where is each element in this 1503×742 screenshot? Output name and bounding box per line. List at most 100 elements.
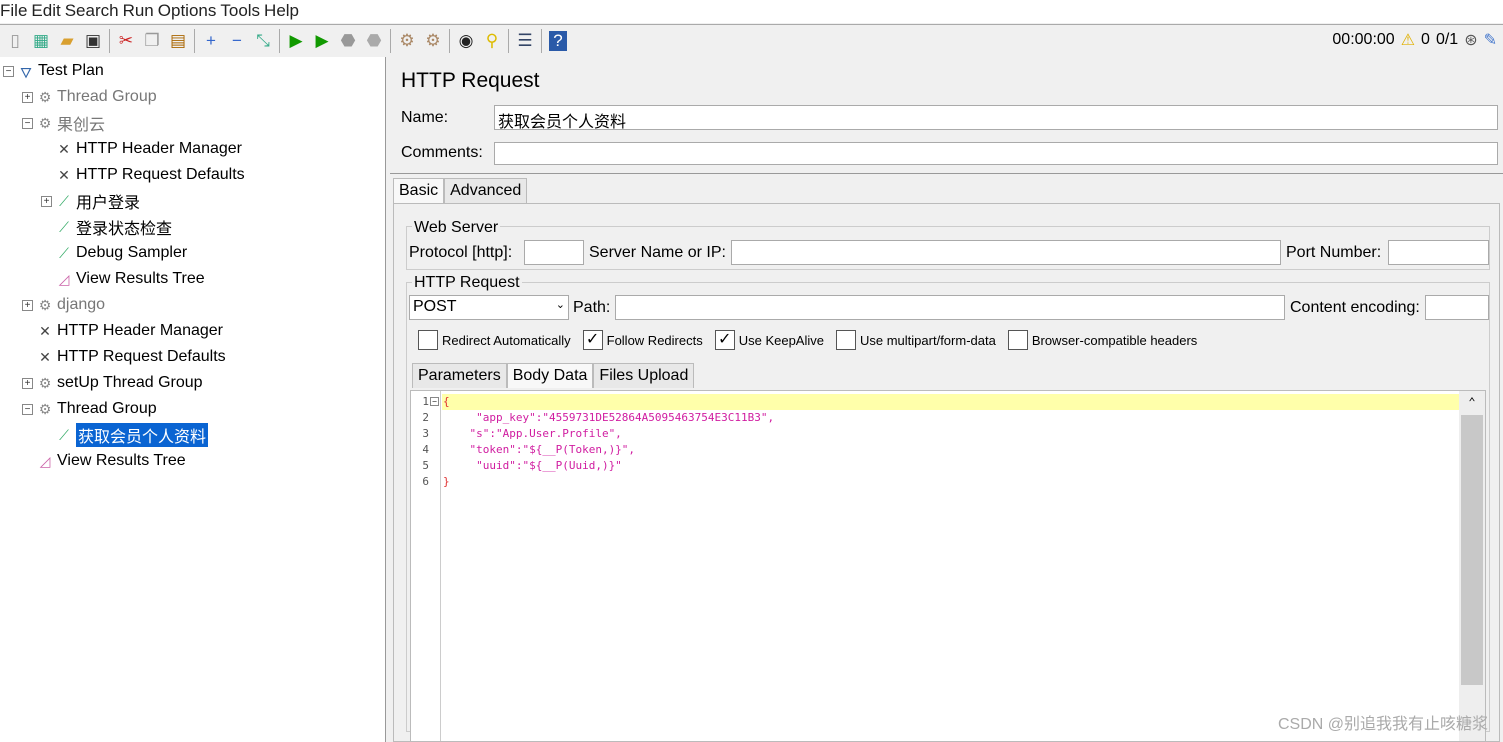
tree-node[interactable]: ◿ View Results Tree xyxy=(41,268,205,290)
toggle-button[interactable]: ⤡ xyxy=(252,30,274,52)
collapse-icon[interactable]: − xyxy=(3,65,14,77)
menu-help[interactable]: Help xyxy=(264,0,303,23)
checkbox-option[interactable]: ✓ Use KeepAlive xyxy=(714,330,824,350)
toolbar-separator xyxy=(194,28,195,53)
checkbox-option[interactable]: Browser-compatible headers xyxy=(1007,330,1197,350)
checkbox-option[interactable]: ✓ Follow Redirects xyxy=(582,330,703,350)
tree-node-label: Test Plan xyxy=(38,62,104,79)
tree-node[interactable]: ⟋ Debug Sampler xyxy=(41,242,187,264)
shutdown-button[interactable]: ⬣ xyxy=(363,30,385,52)
tree-node[interactable]: ✕ HTTP Request Defaults xyxy=(22,346,226,368)
open-button[interactable]: ▰ xyxy=(56,30,78,52)
warning-icon[interactable]: ⚠ xyxy=(1401,30,1415,50)
name-input[interactable]: 获取会员个人资料 xyxy=(494,105,1498,131)
vertical-scrollbar[interactable]: ⌃ xyxy=(1459,391,1485,741)
line-number: 2 xyxy=(422,411,429,424)
tree-node[interactable]: ◿ View Results Tree xyxy=(22,450,186,472)
menu-options[interactable]: Options xyxy=(158,0,221,23)
expand-icon[interactable]: + xyxy=(22,91,33,103)
tree-node[interactable]: − ⚙ Thread Group xyxy=(22,398,157,420)
menu-edit[interactable]: Edit xyxy=(31,0,64,23)
tab-files-upload[interactable]: Files Upload xyxy=(593,363,695,388)
help-button[interactable]: ? xyxy=(547,30,569,52)
splitter[interactable] xyxy=(390,173,1503,174)
search-icon: ◉ xyxy=(458,30,474,50)
tree-node[interactable]: ✕ HTTP Request Defaults xyxy=(41,164,245,186)
tab-body-data[interactable]: Body Data xyxy=(506,363,594,388)
tree-node[interactable]: + ⟋ 用户登录 xyxy=(41,190,140,212)
save-button[interactable]: ▣ xyxy=(82,30,104,52)
tree-node[interactable]: ⟋ 登录状态检查 xyxy=(41,216,172,239)
collapse-button[interactable]: − xyxy=(226,30,248,52)
templates-icon: ▦ xyxy=(32,30,50,50)
tools-icon: ✕ xyxy=(39,348,51,365)
remote-icon[interactable]: ⊛ xyxy=(1464,30,1477,50)
function-helper-button[interactable]: ☰ xyxy=(514,30,536,52)
templates-button[interactable]: ▦ xyxy=(30,30,52,52)
name-label: Name: xyxy=(401,109,449,126)
tab-parameters[interactable]: Parameters xyxy=(412,363,507,388)
expand-icon[interactable]: + xyxy=(41,195,52,207)
fold-icon[interactable]: − xyxy=(430,397,439,406)
port-input[interactable] xyxy=(1388,240,1489,265)
server-input[interactable] xyxy=(731,240,1281,265)
checkbox-checked[interactable]: ✓ xyxy=(582,330,603,350)
new-button[interactable]: ▯ xyxy=(4,30,26,52)
checkbox-unchecked[interactable] xyxy=(418,330,438,350)
collapse-icon[interactable]: − xyxy=(22,403,33,415)
checkbox-unchecked[interactable] xyxy=(836,330,856,350)
encoding-input[interactable] xyxy=(1425,295,1489,320)
log-icon[interactable]: ✎ xyxy=(1484,30,1497,50)
body-data-editor[interactable]: ⌃ 1 {2 "app_key":"4559731DE52864A50954637… xyxy=(410,390,1486,742)
expand-button[interactable]: + xyxy=(200,30,222,52)
paste-button[interactable]: ▤ xyxy=(167,30,189,52)
chevron-down-icon: ⌄ xyxy=(555,299,565,311)
menu-file[interactable]: File xyxy=(0,0,31,23)
expand-icon[interactable]: + xyxy=(22,299,33,311)
checkbox-option[interactable]: Use multipart/form-data xyxy=(836,330,996,350)
function-helper-icon: ☰ xyxy=(517,30,533,50)
tree-node[interactable]: + ⚙ Thread Group xyxy=(22,86,157,108)
comments-input[interactable] xyxy=(494,142,1498,165)
protocol-input[interactable] xyxy=(524,240,584,265)
checkbox-unchecked[interactable] xyxy=(1007,330,1028,350)
gear-icon: ⚙ xyxy=(38,114,52,131)
copy-button[interactable]: ❐ xyxy=(141,30,163,52)
tree-node[interactable]: − 🜄 Test Plan xyxy=(3,60,104,82)
clear-all-button[interactable]: ⚙ xyxy=(422,30,444,52)
tree-node[interactable]: ⟋ 获取会员个人资料 xyxy=(41,423,209,447)
line-number: 5 xyxy=(422,459,429,472)
menu-tools[interactable]: Tools xyxy=(220,0,264,23)
tree-node[interactable]: − ⚙ 果创云 xyxy=(22,112,105,134)
method-select[interactable]: POST ⌄ xyxy=(409,295,569,320)
scroll-up-icon[interactable]: ⌃ xyxy=(1459,391,1485,413)
search-button[interactable]: ◉ xyxy=(455,30,477,52)
expand-icon[interactable]: + xyxy=(22,377,33,389)
line-number: 1 xyxy=(422,395,429,408)
tree-node[interactable]: + ⚙ django xyxy=(22,294,105,316)
checkbox-option[interactable]: Redirect Automatically xyxy=(418,330,571,350)
tree-node-label: Debug Sampler xyxy=(76,244,188,261)
code-line: "app_key":"4559731DE52864A5095463754E3C1… xyxy=(443,411,775,424)
menu-search[interactable]: Search xyxy=(65,0,123,23)
tree-node[interactable]: ✕ HTTP Header Manager xyxy=(22,320,223,342)
path-input[interactable] xyxy=(615,295,1285,320)
stop-button[interactable]: ⬣ xyxy=(337,30,359,52)
tree-node[interactable]: ✕ HTTP Header Manager xyxy=(41,138,242,160)
tree-node-label: HTTP Request Defaults xyxy=(57,348,226,365)
tree-node-label: View Results Tree xyxy=(76,270,205,287)
start-no-pauses-button[interactable]: ▶ xyxy=(311,30,333,52)
collapse-icon[interactable]: − xyxy=(22,117,33,129)
clear-button[interactable]: ⚙ xyxy=(396,30,418,52)
tab-advanced[interactable]: Advanced xyxy=(444,178,528,203)
menu-run[interactable]: Run xyxy=(123,0,158,23)
reset-search-button[interactable]: ⚲ xyxy=(481,30,503,52)
cut-button[interactable]: ✂ xyxy=(115,30,137,52)
checkbox-checked[interactable]: ✓ xyxy=(714,330,735,350)
tree-node[interactable]: + ⚙ setUp Thread Group xyxy=(22,372,203,394)
options-checkboxes: Redirect Automatically ✓ Follow Redirects ✓… xyxy=(418,330,1209,350)
tab-basic[interactable]: Basic xyxy=(393,178,445,203)
code-line: } xyxy=(443,475,450,488)
scroll-thumb[interactable] xyxy=(1461,415,1483,685)
start-button[interactable]: ▶ xyxy=(285,30,307,52)
